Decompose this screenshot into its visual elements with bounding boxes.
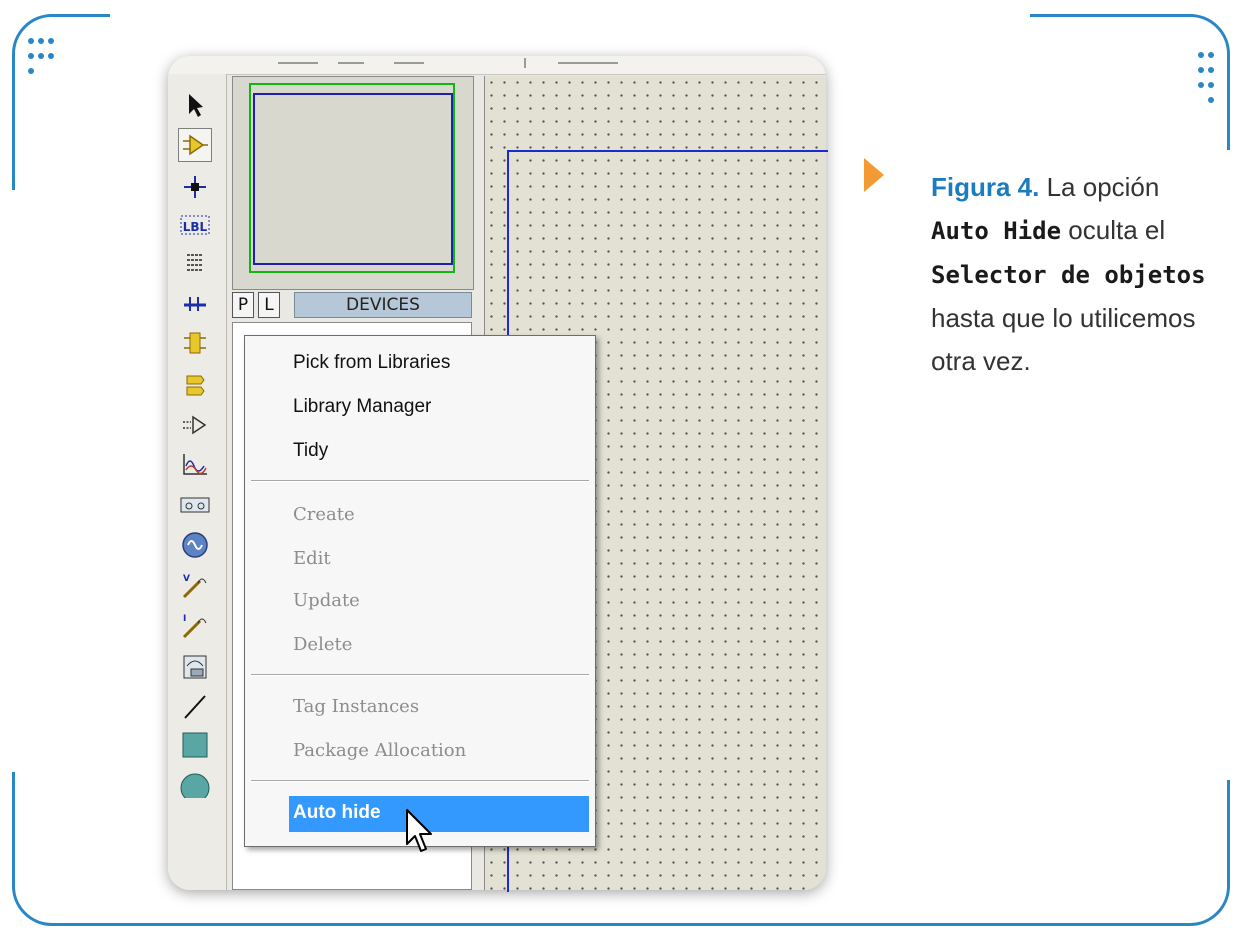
decorative-dots — [1188, 52, 1218, 103]
menu-separator — [251, 480, 589, 482]
caption-code: Auto Hide — [931, 217, 1062, 245]
terminals-icon[interactable] — [178, 368, 212, 402]
buses-icon[interactable] — [178, 286, 212, 320]
circle-icon[interactable] — [178, 766, 212, 800]
library-manager-button[interactable]: L — [258, 292, 280, 318]
menu-item-package-allocation[interactable]: Package Allocation — [293, 736, 466, 766]
menu-item-create[interactable]: Create — [293, 500, 355, 530]
line-icon[interactable] — [178, 690, 212, 724]
selection-mode-icon[interactable] — [178, 88, 212, 122]
caption-text: oculta el — [1068, 215, 1166, 245]
lbl-icon-text: LBL — [183, 220, 208, 234]
box-icon[interactable] — [178, 728, 212, 762]
svg-text:V: V — [183, 574, 190, 584]
mode-toolbar: LBL V I — [168, 74, 227, 890]
tape-recorder-icon[interactable] — [178, 488, 212, 522]
overview-window[interactable] — [232, 76, 474, 290]
menu-item-delete[interactable]: Delete — [293, 630, 352, 660]
caption-arrow-icon — [864, 158, 884, 192]
virtual-instruments-icon[interactable] — [178, 650, 212, 684]
menu-item-tag-instances[interactable]: Tag Instances — [293, 692, 419, 722]
menu-separator — [251, 780, 589, 782]
graph-icon[interactable] — [178, 448, 212, 482]
menu-item-tidy[interactable]: Tidy — [293, 436, 328, 466]
subcircuit-icon[interactable] — [178, 326, 212, 360]
svg-text:I: I — [183, 614, 186, 624]
object-selector-title: DEVICES — [294, 292, 472, 318]
menu-item-pick-from-libraries[interactable]: Pick from Libraries — [293, 348, 450, 378]
junction-dot-icon[interactable] — [178, 170, 212, 204]
menu-item-edit[interactable]: Edit — [293, 544, 331, 574]
generator-icon[interactable] — [178, 528, 212, 562]
object-selector-header: P L DEVICES — [232, 292, 472, 320]
caption-code: Selector de objetos — [931, 261, 1206, 289]
decorative-dots — [28, 38, 58, 74]
top-toolbar-strip — [168, 56, 826, 75]
menu-separator — [251, 674, 589, 676]
menu-item-auto-hide[interactable]: Auto hide — [289, 796, 589, 832]
wire-label-icon[interactable]: LBL — [178, 208, 212, 242]
current-probe-icon[interactable]: I — [178, 608, 212, 642]
voltage-probe-icon[interactable]: V — [178, 568, 212, 602]
component-mode-icon[interactable] — [178, 128, 212, 162]
figure-caption: Figura 4. La opción Auto Hide oculta el … — [931, 166, 1221, 383]
device-pins-icon[interactable] — [178, 408, 212, 442]
caption-text: hasta que lo utilicemos otra vez. — [931, 303, 1196, 376]
pick-devices-button[interactable]: P — [232, 292, 254, 318]
text-script-icon[interactable] — [178, 246, 212, 280]
caption-text: La opción — [1046, 172, 1160, 202]
figure-label: Figura 4. — [931, 172, 1040, 202]
mouse-cursor-icon — [406, 809, 432, 852]
menu-item-library-manager[interactable]: Library Manager — [293, 392, 431, 422]
context-menu: Pick from Libraries Library Manager Tidy… — [244, 335, 596, 847]
menu-item-update[interactable]: Update — [293, 586, 360, 616]
